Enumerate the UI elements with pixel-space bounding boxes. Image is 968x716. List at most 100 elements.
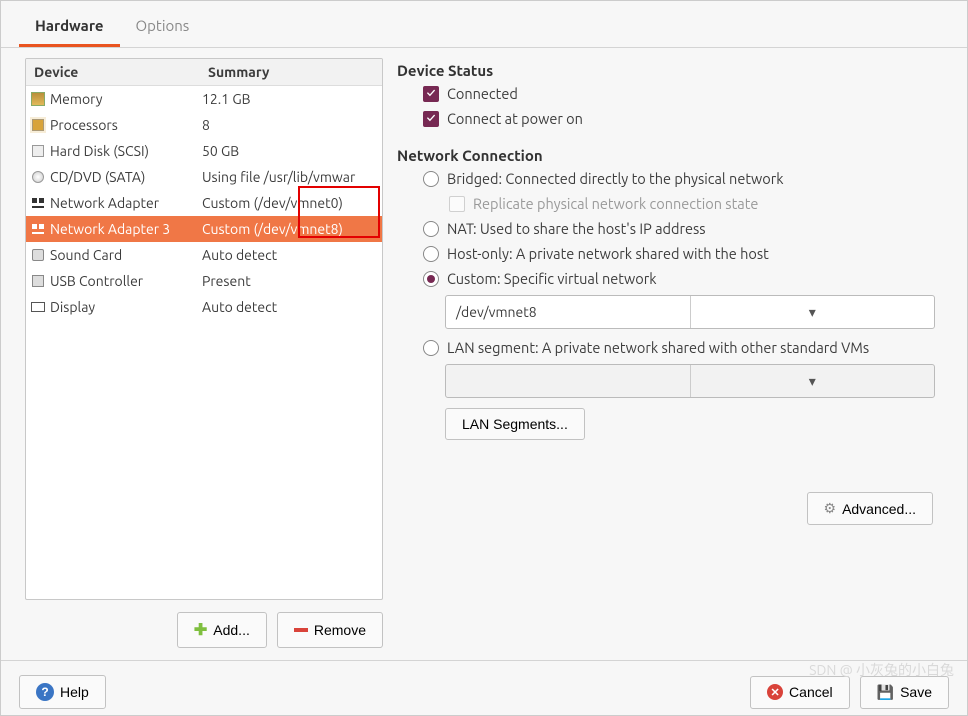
device-status-title: Device Status <box>397 62 947 79</box>
right-panel: Device Status Connected Connect at power… <box>397 58 953 648</box>
cpu-icon <box>30 117 46 133</box>
cancel-label: Cancel <box>789 684 833 700</box>
save-icon: 💾 <box>877 684 894 701</box>
bottom-right: ✕ Cancel 💾 Save <box>750 676 949 709</box>
table-row[interactable]: USB Controller Present <box>26 268 382 294</box>
table-row[interactable]: Hard Disk (SCSI) 50 GB <box>26 138 382 164</box>
table-row[interactable]: Sound Card Auto detect <box>26 242 382 268</box>
connect-power-label: Connect at power on <box>447 110 583 127</box>
chevron-down-icon: ▾ <box>690 365 935 397</box>
device-name: USB Controller <box>50 273 202 289</box>
replicate-label: Replicate physical network connection st… <box>473 195 758 212</box>
radio-hostonly[interactable] <box>423 246 439 262</box>
radio-lan[interactable] <box>423 340 439 356</box>
device-name: CD/DVD (SATA) <box>50 169 202 185</box>
advanced-label: Advanced... <box>842 501 916 517</box>
radio-bridged[interactable] <box>423 171 439 187</box>
chevron-down-icon[interactable]: ▾ <box>690 296 935 328</box>
remove-button[interactable]: Remove <box>277 612 383 648</box>
remove-button-label: Remove <box>314 622 366 638</box>
save-label: Save <box>900 684 932 700</box>
tab-options[interactable]: Options <box>120 11 206 47</box>
radio-nat-row[interactable]: NAT: Used to share the host's IP address <box>423 220 947 237</box>
radio-custom[interactable] <box>423 271 439 287</box>
network-connection-title: Network Connection <box>397 147 947 164</box>
device-summary: 8 <box>202 117 378 133</box>
tab-hardware[interactable]: Hardware <box>19 11 120 47</box>
cancel-icon: ✕ <box>767 684 783 700</box>
radio-custom-row[interactable]: Custom: Specific virtual network <box>423 270 947 287</box>
device-name: Memory <box>50 91 202 107</box>
net-icon <box>30 195 46 211</box>
table-row[interactable]: Network Adapter 3 Custom (/dev/vmnet8) <box>26 216 382 242</box>
device-name: Processors <box>50 117 202 133</box>
main-area: Device Summary Memory 12.1 GB Processors… <box>1 48 967 652</box>
table-row[interactable]: Network Adapter Custom (/dev/vmnet0) <box>26 190 382 216</box>
help-button[interactable]: ? Help <box>19 675 106 709</box>
custom-network-value: /dev/vmnet8 <box>446 304 690 320</box>
device-summary: Present <box>202 273 378 289</box>
cd-icon <box>30 169 46 185</box>
device-summary: 12.1 GB <box>202 91 378 107</box>
lan-segments-button[interactable]: LAN Segments... <box>445 408 585 440</box>
memory-icon <box>30 91 46 107</box>
device-buttons-row: ✚ Add... Remove <box>25 612 383 648</box>
usb-icon <box>30 273 46 289</box>
device-name: Network Adapter 3 <box>50 221 202 237</box>
table-row[interactable]: Processors 8 <box>26 112 382 138</box>
cancel-button[interactable]: ✕ Cancel <box>750 676 850 709</box>
connected-row[interactable]: Connected <box>423 85 947 102</box>
advanced-row: ⚙ Advanced... <box>397 492 947 525</box>
table-row[interactable]: CD/DVD (SATA) Using file /usr/lib/vmwar <box>26 164 382 190</box>
replicate-row: Replicate physical network connection st… <box>449 195 947 212</box>
device-name: Sound Card <box>50 247 202 263</box>
disk-icon <box>30 143 46 159</box>
add-button[interactable]: ✚ Add... <box>177 612 267 648</box>
vm-settings-window: Hardware Options Device Summary Memory 1… <box>0 0 968 716</box>
tabs-bar: Hardware Options <box>1 1 967 48</box>
table-row[interactable]: Display Auto detect <box>26 294 382 320</box>
device-summary: Custom (/dev/vmnet8) <box>202 221 378 237</box>
radio-lan-row[interactable]: LAN segment: A private network shared wi… <box>423 339 947 356</box>
col-device-header[interactable]: Device <box>26 59 200 85</box>
device-name: Network Adapter <box>50 195 202 211</box>
nat-label: NAT: Used to share the host's IP address <box>447 220 706 237</box>
custom-network-combo[interactable]: /dev/vmnet8 ▾ <box>445 295 935 329</box>
device-table[interactable]: Device Summary Memory 12.1 GB Processors… <box>25 58 383 600</box>
help-icon: ? <box>36 683 54 701</box>
save-button[interactable]: 💾 Save <box>860 676 949 709</box>
custom-label: Custom: Specific virtual network <box>447 270 657 287</box>
device-summary: Using file /usr/lib/vmwar <box>202 169 378 185</box>
lan-segments-button-row: LAN Segments... <box>445 408 947 440</box>
add-button-label: Add... <box>213 622 250 638</box>
plus-icon: ✚ <box>194 620 207 640</box>
sound-icon <box>30 247 46 263</box>
checkbox-replicate <box>449 196 465 212</box>
col-summary-header[interactable]: Summary <box>200 59 382 85</box>
device-summary: Custom (/dev/vmnet0) <box>202 195 378 211</box>
help-label: Help <box>60 684 89 700</box>
minus-icon <box>294 628 308 632</box>
hostonly-label: Host-only: A private network shared with… <box>447 245 769 262</box>
gear-icon: ⚙ <box>824 500 837 517</box>
radio-bridged-row[interactable]: Bridged: Connected directly to the physi… <box>423 170 947 187</box>
bridged-label: Bridged: Connected directly to the physi… <box>447 170 784 187</box>
radio-hostonly-row[interactable]: Host-only: A private network shared with… <box>423 245 947 262</box>
device-summary: Auto detect <box>202 247 378 263</box>
device-name: Hard Disk (SCSI) <box>50 143 202 159</box>
table-row[interactable]: Memory 12.1 GB <box>26 86 382 112</box>
bottom-bar: ? Help ✕ Cancel 💾 Save <box>1 660 967 709</box>
device-summary: Auto detect <box>202 299 378 315</box>
advanced-button[interactable]: ⚙ Advanced... <box>807 492 934 525</box>
radio-nat[interactable] <box>423 221 439 237</box>
checkbox-connect-power[interactable] <box>423 111 439 127</box>
checkbox-connected[interactable] <box>423 86 439 102</box>
connect-at-power-row[interactable]: Connect at power on <box>423 110 947 127</box>
display-icon <box>30 299 46 315</box>
connected-label: Connected <box>447 85 518 102</box>
device-summary: 50 GB <box>202 143 378 159</box>
left-panel: Device Summary Memory 12.1 GB Processors… <box>25 58 383 648</box>
lan-segments-label: LAN Segments... <box>462 416 568 432</box>
device-name: Display <box>50 299 202 315</box>
device-table-header: Device Summary <box>26 59 382 86</box>
